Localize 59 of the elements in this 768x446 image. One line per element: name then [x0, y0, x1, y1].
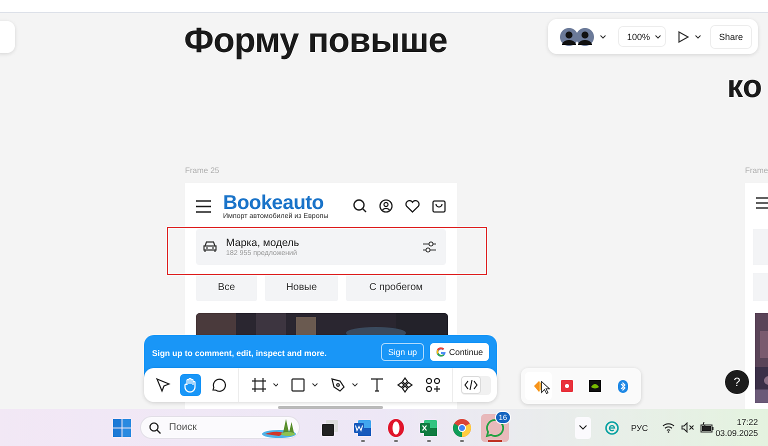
frame-icon [250, 377, 267, 393]
filter-icon[interactable] [423, 241, 436, 253]
search-icon[interactable] [353, 199, 367, 213]
wifi-icon[interactable] [662, 422, 676, 433]
caret-icon[interactable] [272, 383, 278, 387]
bluetooth-icon[interactable] [618, 380, 628, 392]
hand-tool[interactable] [180, 374, 202, 396]
filter-chip[interactable]: Новые [265, 274, 338, 301]
search-input[interactable]: Поиск [167, 421, 241, 434]
car-icon [203, 241, 217, 253]
component-icon [397, 377, 413, 393]
pen-icon [330, 377, 346, 393]
share-button[interactable]: Share [710, 24, 752, 48]
bag-icon[interactable] [432, 200, 446, 212]
google-logo-icon [436, 347, 446, 357]
menu-icon[interactable] [196, 200, 211, 212]
dev-mode-toggle[interactable] [461, 376, 491, 394]
mouse-cursor-icon [541, 381, 550, 394]
start-icon[interactable] [113, 418, 131, 436]
filter-chip[interactable]: Все [196, 274, 257, 301]
signup-prompt: Sign up to comment, edit, inspect and more. [152, 348, 327, 358]
battery-charging-icon[interactable] [700, 422, 714, 433]
text-icon [369, 377, 386, 393]
frame-heading: ко [727, 68, 762, 105]
record-app-icon[interactable] [560, 380, 573, 392]
menu-icon [755, 196, 768, 210]
language-indicator[interactable]: РУС [631, 422, 648, 432]
caret-icon [579, 425, 587, 430]
caret-icon[interactable] [600, 34, 606, 38]
heart-icon[interactable] [405, 200, 420, 212]
profile-icon[interactable] [379, 199, 393, 213]
antivirus-tray-icon[interactable] [605, 420, 619, 434]
assets-icon [424, 377, 441, 393]
scroll-handle[interactable] [278, 406, 383, 409]
help-button[interactable]: ? [725, 370, 749, 394]
code-icon [461, 376, 482, 394]
caret-icon[interactable] [312, 383, 318, 387]
show-hidden-icons-button[interactable] [575, 416, 591, 438]
play-icon[interactable] [678, 30, 690, 42]
gpu-app-icon[interactable] [589, 380, 602, 392]
clock-date[interactable]: 03.09.2025 [715, 428, 758, 438]
muted-speaker-icon[interactable] [681, 422, 694, 433]
hand-icon [182, 377, 198, 393]
brand-logo[interactable]: Bookeauto [223, 192, 328, 212]
move-icon [154, 377, 171, 393]
clock-time[interactable]: 17:22 [736, 417, 758, 427]
caret-icon[interactable] [352, 383, 358, 387]
user-avatars-icon[interactable] [560, 28, 594, 46]
frame-heading: Форму повыше [184, 21, 448, 61]
filter-chip[interactable]: С пробегом [346, 274, 446, 301]
zoom-dropdown[interactable]: 100% [618, 26, 666, 47]
caret-icon[interactable] [695, 34, 702, 38]
search-icon [149, 422, 161, 434]
search-title: Марка, модель [226, 237, 300, 249]
comment-icon [210, 377, 226, 393]
caret-icon [655, 34, 662, 38]
rectangle-icon [290, 377, 306, 393]
continue-with-google-button[interactable]: Continue [430, 343, 489, 361]
search-bar[interactable]: Поиск [140, 416, 300, 439]
